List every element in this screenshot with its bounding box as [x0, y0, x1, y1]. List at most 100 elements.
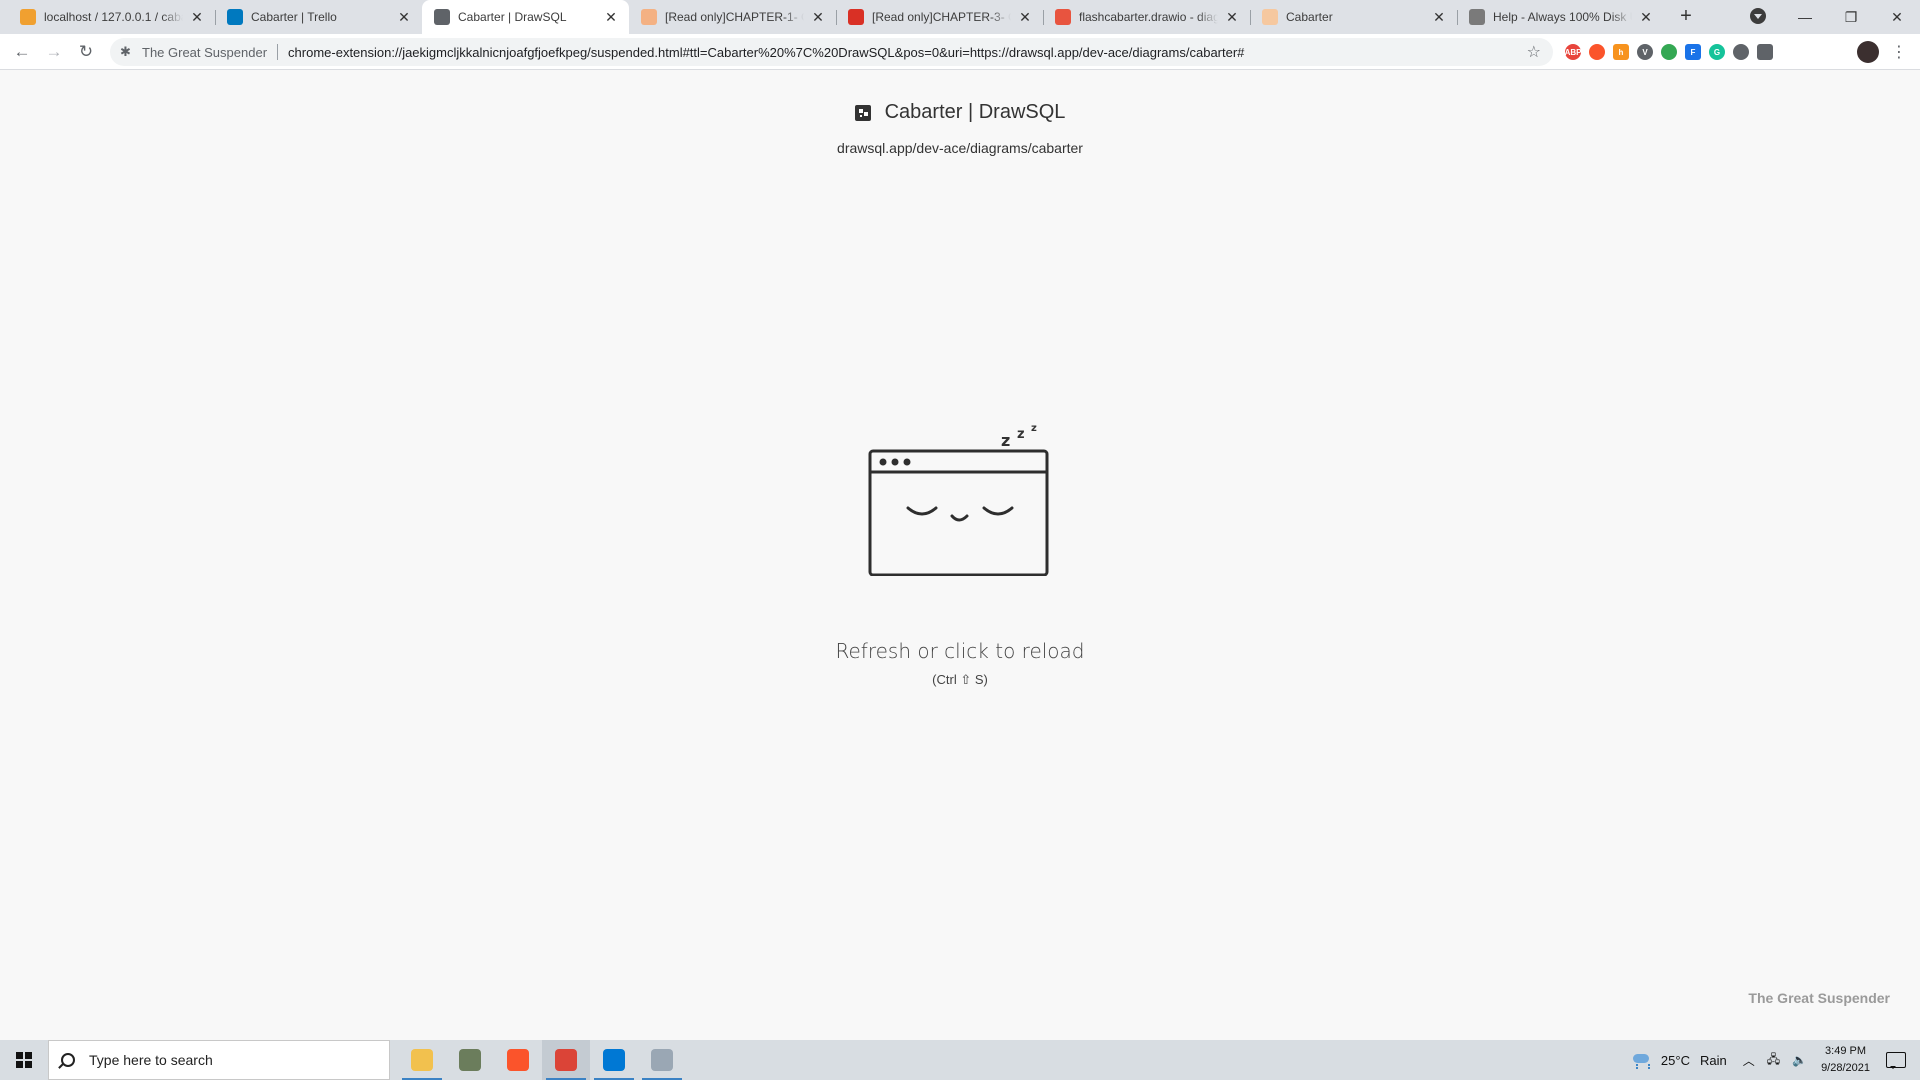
reload-button[interactable]: ↻ — [70, 38, 102, 66]
chrome-icon — [555, 1049, 577, 1071]
tab-search-icon[interactable] — [1750, 8, 1766, 24]
extension-origin-label: The Great Suspender — [142, 44, 268, 60]
tab-list: localhost / 127.0.0.1 / cabarter✕Cabarte… — [0, 0, 1664, 34]
camera-icon[interactable] — [1733, 44, 1749, 60]
network-icon[interactable]: 🖧 — [1767, 1050, 1780, 1071]
tab-title: Cabarter | Trello — [251, 10, 337, 24]
start-button[interactable] — [0, 1040, 48, 1080]
windows-taskbar: Type here to search 25°C Rain ︿ 🖧 🔈 3:49… — [0, 1040, 1920, 1080]
rain-cloud-icon[interactable] — [1631, 1052, 1651, 1068]
adblock-icon[interactable]: ABP — [1565, 44, 1581, 60]
browser-tab[interactable]: localhost / 127.0.0.1 / cabarter ✕ — [8, 0, 215, 34]
tab-close-icon[interactable]: ✕ — [810, 9, 826, 25]
honey-icon[interactable]: h — [1613, 44, 1629, 60]
search-placeholder: Type here to search — [89, 1052, 213, 1068]
pinned-apps — [398, 1040, 686, 1080]
taskbar-search[interactable]: Type here to search — [48, 1040, 390, 1080]
browser-tab[interactable]: Cabarter | Trello ✕ — [215, 0, 422, 34]
browser-tab[interactable]: [Read only]CHAPTER-1- Cabarter ✕ — [629, 0, 836, 34]
vscode-icon — [603, 1049, 625, 1071]
tab-strip: localhost / 127.0.0.1 / cabarter✕Cabarte… — [0, 0, 1920, 34]
tab-title: Cabarter | DrawSQL — [458, 10, 567, 24]
phpmyadmin-icon — [20, 9, 36, 25]
extensions-bar: ABP h V F G — [1565, 38, 1781, 66]
taskbar-app[interactable] — [446, 1040, 494, 1080]
url-text[interactable]: chrome-extension://jaekigmcljkkalnicnjoa… — [288, 45, 1519, 60]
profile-avatar[interactable] — [1857, 41, 1879, 63]
tab-close-icon[interactable]: ✕ — [1017, 9, 1033, 25]
reload-shortcut: (Ctrl ⇧ S) — [932, 672, 988, 687]
taskbar-app[interactable] — [590, 1040, 638, 1080]
browser-tab[interactable]: flashcabarter.drawio - diagrams.net ✕ — [1043, 0, 1250, 34]
reload-prompt[interactable]: Refresh or click to reload — [0, 639, 1920, 663]
browser-tab[interactable]: [Read only]CHAPTER-3- Cabarter ✕ — [836, 0, 1043, 34]
more-menu-icon[interactable]: ⋮ — [1889, 42, 1909, 62]
tab-close-icon[interactable]: ✕ — [189, 9, 205, 25]
clock[interactable]: 3:49 PM 9/28/2021 — [1821, 1043, 1870, 1077]
notification-center-icon[interactable] — [1886, 1052, 1906, 1069]
tab-title: Cabarter — [1286, 10, 1333, 24]
extension-brand[interactable]: The Great Suspender — [1748, 990, 1890, 1006]
browser-tab[interactable]: Cabarter ✕ — [1250, 0, 1457, 34]
tab-title: [Read only]CHAPTER-3- Cabarter — [872, 10, 1011, 24]
chameleon-app-icon — [459, 1049, 481, 1071]
suspended-page[interactable]: Cabarter | DrawSQL drawsql.app/dev-ace/d… — [0, 71, 1920, 1040]
search-icon — [61, 1053, 75, 1067]
forward-button[interactable]: → — [38, 38, 70, 66]
tab-title: flashcabarter.drawio - diagrams.net — [1079, 10, 1218, 24]
reload-icon: ↻ — [78, 41, 94, 61]
vpn-icon[interactable]: V — [1637, 44, 1653, 60]
f-icon[interactable]: F — [1685, 44, 1701, 60]
shield-icon — [1469, 9, 1485, 25]
new-tab-button[interactable]: + — [1672, 3, 1700, 31]
tab-close-icon[interactable]: ✕ — [603, 9, 619, 25]
tab-close-icon[interactable]: ✕ — [1224, 9, 1240, 25]
window-controls: — ❐ ✕ — [1782, 0, 1920, 34]
bookmark-star-icon[interactable]: ☆ — [1527, 42, 1541, 62]
minimize-button[interactable]: — — [1782, 0, 1828, 34]
sleep-z-3: z — [1031, 423, 1037, 434]
sleep-z-2: z — [1017, 427, 1025, 442]
taskbar-app[interactable] — [638, 1040, 686, 1080]
colorful-icon[interactable] — [1661, 44, 1677, 60]
sleeping-window-icon[interactable]: z z z — [864, 416, 1054, 576]
tab-close-icon[interactable]: ✕ — [1638, 9, 1654, 25]
tab-close-icon[interactable]: ✕ — [396, 9, 412, 25]
puzzle-icon: ✱ — [120, 44, 131, 59]
address-bar[interactable]: ✱ The Great Suspender chrome-extension:/… — [110, 38, 1553, 66]
browser-tab[interactable]: Help - Always 100% Disk Usage ✕ — [1457, 0, 1664, 34]
clock-time: 3:49 PM — [1825, 1045, 1867, 1057]
back-button[interactable]: ← — [6, 38, 38, 66]
tab-close-icon[interactable]: ✕ — [1431, 9, 1447, 25]
volume-icon[interactable]: 🔈 — [1792, 1053, 1807, 1067]
weather-condition[interactable]: Rain — [1700, 1053, 1727, 1068]
window-dot-3 — [903, 458, 911, 466]
original-url[interactable]: drawsql.app/dev-ace/diagrams/cabarter — [0, 140, 1920, 156]
chevron-up-icon[interactable]: ︿ — [1743, 1052, 1755, 1069]
page-title: Cabarter | DrawSQL — [884, 101, 1066, 123]
weather-temp[interactable]: 25°C — [1661, 1053, 1690, 1068]
document-icon — [641, 9, 657, 25]
system-tray: 25°C Rain ︿ 🖧 🔈 3:49 PM 9/28/2021 — [1631, 1040, 1920, 1080]
sleep-z-1: z — [1001, 431, 1010, 450]
browser-tab[interactable]: Cabarter | DrawSQL ✕ — [422, 0, 629, 34]
page-title-row: Cabarter | DrawSQL — [854, 101, 1066, 124]
omnibox-divider — [277, 44, 279, 60]
taskbar-app[interactable] — [542, 1040, 590, 1080]
browser-toolbar: ← → ↻ ✱ The Great Suspender chrome-exten… — [0, 34, 1920, 70]
trello-icon — [227, 9, 243, 25]
clock-date: 9/28/2021 — [1821, 1062, 1870, 1074]
window-dot-1 — [879, 458, 887, 466]
taskbar-app[interactable] — [494, 1040, 542, 1080]
brave-lion-icon[interactable] — [1589, 44, 1605, 60]
snipping-tool-icon — [651, 1049, 673, 1071]
taskbar-app[interactable] — [398, 1040, 446, 1080]
puzzle-icon[interactable] — [1757, 44, 1773, 60]
close-window-button[interactable]: ✕ — [1874, 0, 1920, 34]
suspended-favicon-icon — [854, 104, 871, 121]
arrow-right-icon: → — [45, 41, 63, 61]
grammarly-icon[interactable]: G — [1709, 44, 1725, 60]
window-dot-2 — [891, 458, 899, 466]
page-header: Cabarter | DrawSQL drawsql.app/dev-ace/d… — [0, 101, 1920, 156]
restore-button[interactable]: ❐ — [1828, 0, 1874, 34]
